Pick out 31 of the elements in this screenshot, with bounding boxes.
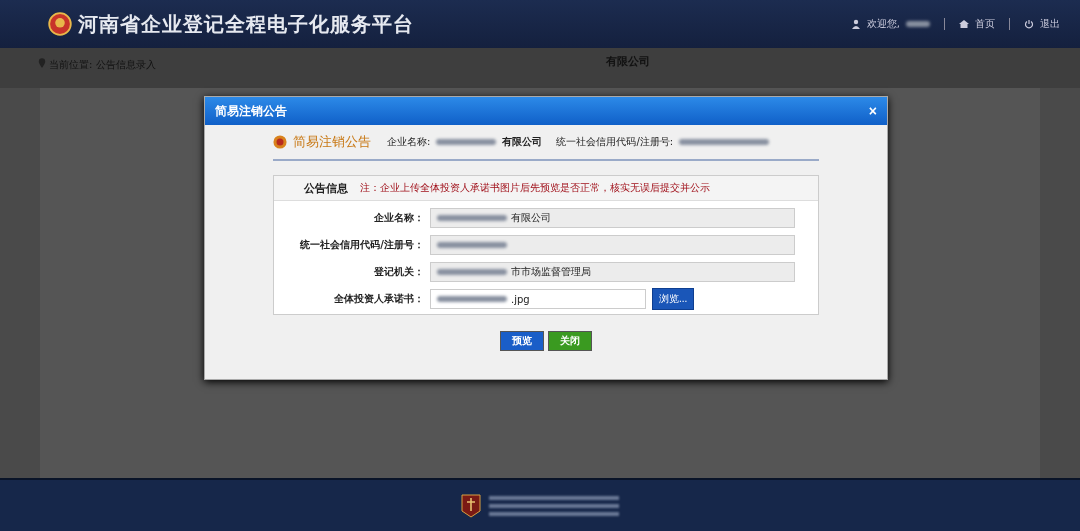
close-button[interactable]: × [868, 103, 877, 119]
user-icon [850, 19, 861, 29]
browse-button[interactable]: 浏览... [652, 288, 695, 310]
field-label: 企业名称： [373, 211, 425, 225]
power-icon [1024, 19, 1034, 29]
welcome-text: 欢迎您, [866, 17, 900, 31]
input-field: 有限公司 [430, 208, 795, 228]
preview-button[interactable]: 预览 [500, 331, 544, 351]
company-label: 企业名称: [387, 135, 431, 149]
notice-heading: 简易注销公告 [293, 133, 371, 151]
notice-text: 注：企业上传全体投资人承诺书图片后先预览是否正常，核实无误后提交并公示 [360, 181, 710, 195]
badge-icon [461, 492, 481, 519]
company-value: 有限公司 [502, 135, 543, 149]
location-icon [38, 58, 46, 68]
site-title: 河南省企业登记全程电子化服务平台 [78, 10, 414, 38]
seal-icon [273, 135, 287, 149]
redacted-text [436, 139, 497, 145]
home-icon [959, 19, 969, 29]
field-label: 统一社会信用代码/注册号： [299, 238, 425, 252]
section-title: 公告信息 [304, 180, 348, 196]
input-field[interactable]: .jpg [430, 289, 646, 309]
code-label: 统一社会信用代码/注册号: [556, 135, 674, 149]
input-field: 市市场监督管理局 [430, 262, 795, 282]
logout-link[interactable]: 退出 [1040, 17, 1060, 31]
emblem-icon [48, 12, 72, 36]
close-dialog-button[interactable]: 关闭 [548, 331, 592, 351]
field-label: 全体投资人承诺书： [333, 292, 425, 306]
redacted-username [906, 21, 930, 27]
home-link[interactable]: 首页 [975, 17, 995, 31]
dialog-title: 简易注销公告 [215, 102, 287, 120]
field-label: 登记机关： [373, 265, 425, 279]
